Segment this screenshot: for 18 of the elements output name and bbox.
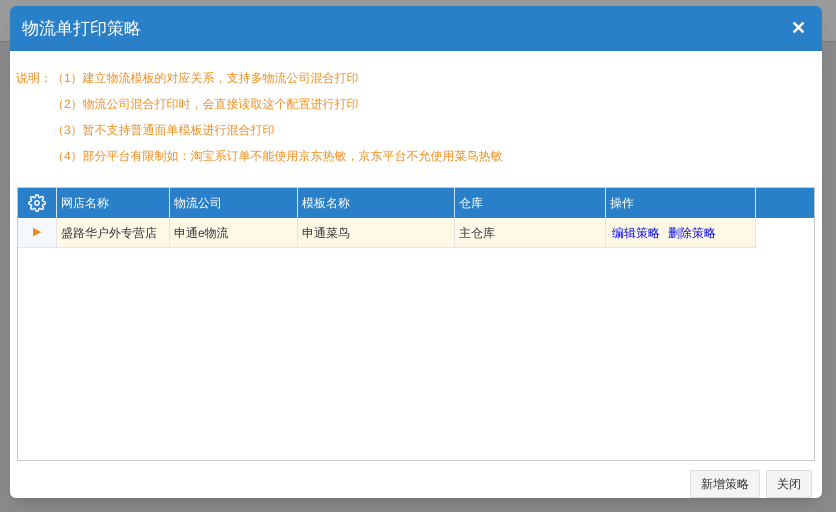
note-text: （3）暂不支持普通面单模板进行混合打印 [52, 122, 276, 139]
notes-label: 说明： [16, 70, 52, 87]
row-marker: ▶ [33, 225, 41, 240]
note-text: （2）物流公司混合打印时，会直接读取这个配置进行打印 [52, 96, 360, 113]
note-text: （4）部分平台有限制如：淘宝系订单不能使用京东热敏，京东平台不允使用菜鸟热敏 [52, 148, 503, 165]
dialog-button[interactable]: 关闭 [766, 470, 812, 498]
note-text: （1）建立物流模板的对应关系，支持多物流公司混合打印 [52, 70, 360, 87]
table-cell: 主仓库 [455, 218, 606, 248]
table-cell: 申通菜鸟 [298, 218, 455, 248]
settings-icon[interactable] [28, 194, 46, 212]
table-row[interactable]: ▶ 盛路华户外专营店 申通e物流 申通菜鸟 主仓库 编辑策略 删除策略 [18, 218, 756, 248]
dialog-button[interactable]: 新增策略 [690, 470, 760, 498]
table-cell: 盛路华户外专营店 [57, 218, 170, 248]
dialog-title: 物流单打印策略 [22, 18, 141, 40]
action-link[interactable]: 编辑策略 [612, 224, 660, 242]
action-link[interactable]: 删除策略 [668, 224, 716, 242]
close-button[interactable]: ✕ [787, 15, 810, 42]
table-cell: 申通e物流 [170, 218, 298, 248]
